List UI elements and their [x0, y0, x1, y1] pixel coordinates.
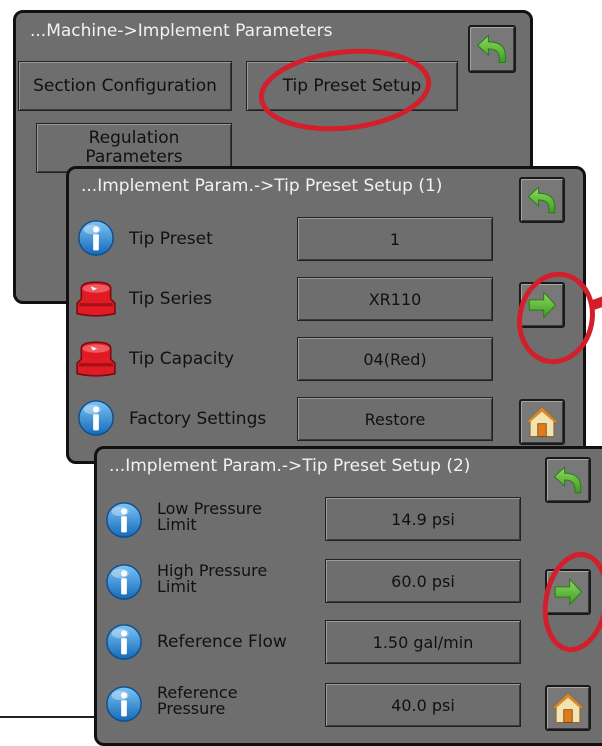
home-button[interactable]: [519, 399, 565, 445]
panel-title: ...Machine->Implement Parameters: [30, 21, 333, 41]
home-icon: [525, 405, 559, 439]
button-label-line1: Regulation: [88, 128, 180, 148]
field-value: 1.50 gal/min: [372, 632, 474, 652]
button-label: Tip Preset Setup: [282, 75, 422, 96]
back-button[interactable]: [519, 177, 565, 223]
reference-flow-label: Reference Flow: [157, 632, 287, 652]
field-value: 1: [389, 229, 401, 249]
home-button[interactable]: [545, 685, 591, 731]
section-configuration-button[interactable]: Section Configuration: [18, 61, 232, 111]
button-label: Section Configuration: [33, 75, 217, 96]
next-page-button[interactable]: [519, 282, 565, 328]
next-page-button[interactable]: [545, 569, 591, 615]
reference-pressure-label: Reference Pressure: [157, 683, 238, 718]
back-button[interactable]: [468, 25, 516, 73]
tip-preset-setup-2-panel: ...Implement Param.->Tip Preset Setup (2…: [94, 446, 602, 746]
info-icon[interactable]: [77, 399, 115, 437]
tip-capacity-label: Tip Capacity: [129, 349, 235, 369]
info-icon[interactable]: [105, 501, 143, 539]
low-pressure-limit-label: Low Pressure Limit: [157, 499, 262, 534]
field-value: 04(Red): [363, 349, 427, 369]
panel-title: ...Implement Param.->Tip Preset Setup (2…: [109, 456, 471, 476]
button-label: Restore: [364, 409, 426, 429]
back-arrow-icon: [474, 31, 510, 67]
forward-arrow-icon: [551, 575, 585, 609]
button-label-line2: Parameters: [85, 147, 183, 167]
info-icon[interactable]: [105, 623, 143, 661]
tip-preset-label: Tip Preset: [129, 229, 213, 249]
tip-preset-field[interactable]: 1: [297, 217, 493, 261]
back-arrow-icon: [551, 463, 585, 497]
back-arrow-icon: [525, 183, 559, 217]
field-value: 60.0 psi: [391, 571, 455, 591]
tip-preset-setup-button[interactable]: Tip Preset Setup: [246, 61, 458, 111]
back-button[interactable]: [545, 457, 591, 503]
tip-series-label: Tip Series: [129, 289, 213, 309]
red-nozzle-icon: [75, 338, 117, 380]
high-pressure-limit-label: High Pressure Limit: [157, 561, 268, 596]
info-icon[interactable]: [105, 685, 143, 723]
tip-capacity-field[interactable]: 04(Red): [297, 337, 493, 381]
tip-preset-setup-1-panel: ...Implement Param.->Tip Preset Setup (1…: [66, 166, 586, 464]
factory-settings-label: Factory Settings: [129, 409, 267, 429]
forward-arrow-icon: [525, 288, 559, 322]
field-value: 14.9 psi: [391, 509, 455, 529]
red-nozzle-icon: [75, 278, 117, 320]
field-value: XR110: [368, 289, 422, 309]
low-pressure-limit-field[interactable]: 14.9 psi: [325, 497, 521, 541]
panel-title: ...Implement Param.->Tip Preset Setup (1…: [81, 176, 443, 196]
info-icon[interactable]: [77, 219, 115, 257]
restore-button[interactable]: Restore: [297, 397, 493, 441]
reference-pressure-field[interactable]: 40.0 psi: [325, 683, 521, 727]
info-icon[interactable]: [105, 563, 143, 601]
home-icon: [551, 691, 585, 725]
high-pressure-limit-field[interactable]: 60.0 psi: [325, 559, 521, 603]
field-value: 40.0 psi: [391, 695, 455, 715]
tip-series-field[interactable]: XR110: [297, 277, 493, 321]
reference-flow-field[interactable]: 1.50 gal/min: [325, 620, 521, 664]
